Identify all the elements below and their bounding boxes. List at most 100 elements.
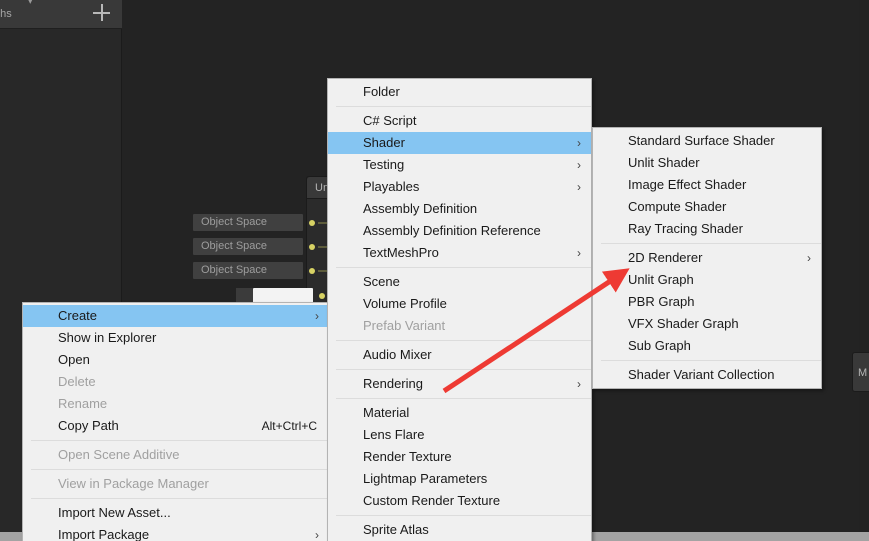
menu-item-assembly-definition[interactable]: Assembly Definition — [328, 198, 591, 220]
node-row[interactable]: Object Space — [193, 261, 347, 280]
shader-submenu[interactable]: Standard Surface Shader Unlit Shader Image… — [592, 127, 822, 389]
menu-item-label: Ray Tracing Shader — [628, 221, 743, 236]
menu-separator — [336, 515, 591, 516]
menu-item-2d-renderer[interactable]: 2D Renderer › — [593, 247, 821, 269]
menu-item-scene[interactable]: Scene — [328, 271, 591, 293]
menu-separator — [336, 398, 591, 399]
menu-item-label: Unlit Graph — [628, 272, 694, 287]
chevron-down-icon: ▾ — [28, 0, 33, 6]
menu-item-label: Sub Graph — [628, 338, 691, 353]
port-dot-icon[interactable] — [309, 219, 315, 226]
project-context-menu[interactable]: Create › Show in Explorer Open Delete Rename C… — [22, 302, 330, 541]
menu-separator — [336, 340, 591, 341]
menu-item-shader-variant-collection[interactable]: Shader Variant Collection — [593, 364, 821, 386]
menu-item-rendering[interactable]: Rendering › — [328, 373, 591, 395]
menu-item-ray-tracing-shader[interactable]: Ray Tracing Shader — [593, 218, 821, 240]
port-dot-icon[interactable] — [319, 292, 325, 299]
chevron-right-icon: › — [315, 528, 319, 541]
menu-item-shader[interactable]: Shader › — [328, 132, 591, 154]
menu-item-unlit-shader[interactable]: Unlit Shader — [593, 152, 821, 174]
chevron-right-icon: › — [577, 246, 581, 260]
space-dropdown[interactable]: Object Space — [193, 262, 303, 279]
port-dot-icon[interactable] — [309, 267, 315, 274]
right-panel-tab[interactable]: M — [852, 352, 869, 392]
menu-item-label: Volume Profile — [363, 296, 447, 311]
left-panel-tab-label[interactable]: phs — [0, 8, 12, 20]
menu-item-sprite-atlas[interactable]: Sprite Atlas — [328, 519, 591, 541]
canvas-right-edge — [859, 0, 869, 533]
menu-separator — [601, 243, 821, 244]
create-submenu[interactable]: Folder C# Script Shader › Testing › Playables ›… — [327, 78, 592, 541]
menu-item-playables[interactable]: Playables › — [328, 176, 591, 198]
menu-item-vfx-shader-graph[interactable]: VFX Shader Graph — [593, 313, 821, 335]
menu-item-label: PBR Graph — [628, 294, 695, 309]
menu-item-import-new-asset[interactable]: Import New Asset... — [23, 502, 329, 524]
menu-item-label: Folder — [363, 84, 400, 99]
menu-item-lightmap-parameters[interactable]: Lightmap Parameters — [328, 468, 591, 490]
menu-item-label: Scene — [363, 274, 400, 289]
menu-item-volume-profile[interactable]: Volume Profile — [328, 293, 591, 315]
chevron-right-icon: › — [315, 309, 319, 323]
menu-item-label: Shader — [363, 135, 405, 150]
menu-item-label: Delete — [58, 374, 96, 389]
menu-item-label: Lightmap Parameters — [363, 471, 488, 486]
menu-item-label: Compute Shader — [628, 199, 727, 214]
menu-item-label: C# Script — [363, 113, 417, 128]
menu-separator — [336, 106, 591, 107]
menu-item-audio-mixer[interactable]: Audio Mixer — [328, 344, 591, 366]
menu-item-label: Rendering — [363, 376, 423, 391]
menu-item-label: Show in Explorer — [58, 330, 157, 345]
menu-separator — [31, 498, 329, 499]
menu-item-unlit-graph[interactable]: Unlit Graph — [593, 269, 821, 291]
menu-separator — [336, 369, 591, 370]
menu-item-lens-flare[interactable]: Lens Flare — [328, 424, 591, 446]
node-stub — [236, 288, 253, 303]
menu-item-sub-graph[interactable]: Sub Graph — [593, 335, 821, 357]
menu-item-label: Create — [58, 308, 98, 323]
space-dropdown[interactable]: Object Space — [193, 214, 303, 231]
menu-item-c-script[interactable]: C# Script — [328, 110, 591, 132]
menu-item-create[interactable]: Create › — [23, 305, 329, 327]
menu-item-label: TextMeshPro — [363, 245, 439, 260]
port-dot-icon[interactable] — [309, 243, 315, 250]
menu-item-compute-shader[interactable]: Compute Shader — [593, 196, 821, 218]
left-panel-tabbar[interactable]: phs ▾ — [0, 0, 122, 29]
menu-item-prefab-variant: Prefab Variant — [328, 315, 591, 337]
menu-item-label: Playables — [363, 179, 420, 194]
menu-separator — [336, 267, 591, 268]
menu-item-label: Import New Asset... — [58, 505, 171, 520]
node-row[interactable]: Object Space — [193, 237, 347, 256]
menu-item-label: VFX Shader Graph — [628, 316, 739, 331]
menu-item-import-package[interactable]: Import Package › — [23, 524, 329, 541]
chevron-right-icon: › — [577, 136, 581, 150]
menu-item-assembly-definition-reference[interactable]: Assembly Definition Reference — [328, 220, 591, 242]
menu-separator — [601, 360, 821, 361]
menu-item-testing[interactable]: Testing › — [328, 154, 591, 176]
text-input-field[interactable] — [253, 288, 313, 303]
space-dropdown[interactable]: Object Space — [193, 238, 303, 255]
menu-item-copy-path[interactable]: Copy Path Alt+Ctrl+C — [23, 415, 329, 437]
menu-separator — [31, 440, 329, 441]
menu-item-show-in-explorer[interactable]: Show in Explorer — [23, 327, 329, 349]
add-icon[interactable] — [92, 3, 111, 22]
menu-item-label: Shader Variant Collection — [628, 367, 775, 382]
node-row[interactable]: Object Space — [193, 213, 347, 232]
menu-item-label: Image Effect Shader — [628, 177, 747, 192]
menu-item-folder[interactable]: Folder — [328, 81, 591, 103]
menu-item-image-effect-shader[interactable]: Image Effect Shader — [593, 174, 821, 196]
menu-item-label: Rename — [58, 396, 108, 411]
menu-item-label: Sprite Atlas — [363, 522, 429, 537]
menu-item-label: Open Scene Additive — [58, 447, 180, 462]
menu-item-label: Assembly Definition Reference — [363, 223, 541, 238]
menu-item-standard-surface-shader[interactable]: Standard Surface Shader — [593, 130, 821, 152]
menu-item-textmeshpro[interactable]: TextMeshPro › — [328, 242, 591, 264]
menu-item-open[interactable]: Open — [23, 349, 329, 371]
menu-item-custom-render-texture[interactable]: Custom Render Texture — [328, 490, 591, 512]
menu-item-render-texture[interactable]: Render Texture — [328, 446, 591, 468]
menu-item-shortcut: Alt+Ctrl+C — [261, 419, 317, 433]
menu-item-label: Copy Path — [58, 418, 119, 433]
menu-item-material[interactable]: Material — [328, 402, 591, 424]
menu-item-pbr-graph[interactable]: PBR Graph — [593, 291, 821, 313]
chevron-right-icon: › — [577, 158, 581, 172]
menu-item-label: Lens Flare — [363, 427, 425, 442]
